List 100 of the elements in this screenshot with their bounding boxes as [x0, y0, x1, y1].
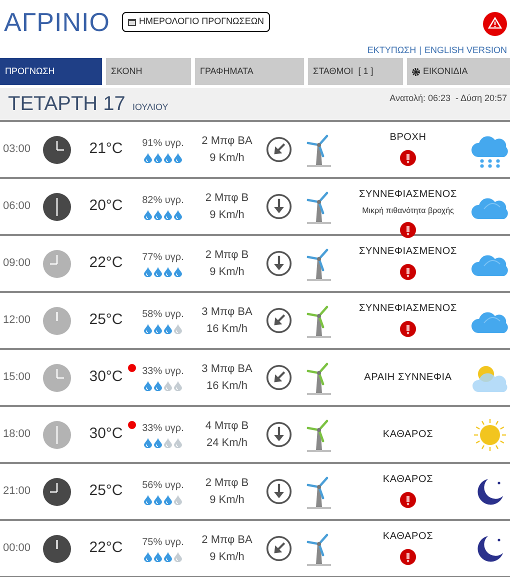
water-drop-icon — [174, 381, 182, 391]
wind-direction-icon — [266, 363, 292, 392]
time-label: 00:00 — [2, 541, 32, 556]
time-label: 09:00 — [2, 256, 32, 272]
water-drop-icon — [174, 210, 182, 220]
time-label: 15:00 — [2, 370, 32, 386]
forecast-calendar-button[interactable]: ΗΜΕΡΟΛΟΓΙΟ ΠΡΟΓΝΩΣΕΩΝ — [122, 12, 270, 32]
wind-speed-value: 9 Km/h — [210, 208, 244, 222]
tab[interactable]: ΣΤΑΘΜΟΙ [ 1 ] — [308, 58, 403, 85]
water-drop-icon — [144, 438, 152, 448]
tab[interactable]: ΓΡΑΦΗΜΑΤΑ — [195, 58, 304, 85]
water-drop-icon — [144, 153, 152, 163]
wind-direction-icon — [266, 306, 292, 335]
wind-speed-value: 9 Km/h — [210, 150, 244, 166]
warning-badge-icon[interactable] — [400, 150, 416, 166]
time-label: 03:00 — [2, 142, 32, 158]
temperature-value: 25°C — [89, 310, 123, 330]
wind-speed-value: 16 Km/h — [206, 378, 248, 394]
water-drop-icon — [144, 324, 152, 334]
wind-direction-icon — [266, 135, 292, 164]
wind-speed-value: 9 Km/h — [210, 550, 244, 564]
city-title: ΑΓΡΙΝΙΟ — [4, 6, 110, 38]
wind-direction-icon — [266, 534, 292, 563]
water-drop-icon — [164, 552, 172, 562]
temperature-value: 22°C — [89, 253, 123, 274]
wind-speed-value: 9 Km/h — [210, 492, 244, 508]
tab[interactable]: ΕΙΚΟΝΙΔΙΑ — [407, 58, 510, 85]
humidity-value: 56% υγρ. — [142, 479, 184, 493]
condition-label: ΣΥΝΝΕΦΙΑΣΜΕΝΟΣ — [359, 188, 457, 202]
water-drop-icon — [174, 324, 182, 334]
wind-force-value: 2 Μπφ ΒΑ — [202, 533, 252, 548]
wind-speed-value: 24 Km/h — [206, 436, 248, 450]
wind-speed-value: 9 Km/h — [210, 264, 244, 280]
wind-direction-icon — [266, 249, 292, 278]
month-label: ΙΟΥΛΙΟΥ — [132, 100, 168, 114]
warning-badge-icon[interactable] — [400, 321, 416, 337]
wind-direction-icon — [266, 477, 292, 506]
wind-force-value: 2 Μπφ Β — [205, 248, 249, 263]
water-drop-icon — [154, 267, 162, 277]
condition-label: ΚΑΘΑΡΟΣ — [382, 473, 434, 487]
wind-force-value: 2 Μπφ Β — [205, 191, 249, 206]
warning-badge-icon[interactable] — [400, 549, 416, 565]
warning-badge-icon[interactable] — [400, 264, 416, 280]
time-label: 12:00 — [2, 313, 32, 328]
wind-force-value: 4 Μπφ Β — [205, 419, 249, 434]
water-drop-icon — [154, 210, 162, 220]
water-drop-icon — [164, 381, 172, 391]
water-drop-icon — [164, 267, 172, 277]
calendar-icon — [128, 18, 136, 26]
wind-speed-value: 16 Km/h — [206, 322, 248, 336]
water-drop-icon — [154, 438, 162, 448]
gear-icon — [412, 68, 420, 76]
water-drop-icon — [174, 267, 182, 277]
print-link[interactable]: ΕΚΤΥΠΩΣΗ — [367, 44, 416, 58]
water-drop-icon — [154, 324, 162, 334]
condition-note: Μικρή πιθανότητα βροχής — [362, 205, 454, 217]
water-drop-icon — [154, 381, 162, 391]
humidity-value: 82% υγρ. — [142, 194, 184, 208]
wind-direction-icon — [266, 192, 292, 221]
water-drop-icon — [144, 495, 152, 505]
warning-badge-icon[interactable] — [400, 222, 416, 238]
water-drop-icon — [144, 381, 152, 391]
condition-label: ΑΡΑΙΗ ΣΥΝΝΕΦΙΑ — [364, 371, 452, 385]
water-drop-icon — [164, 438, 172, 448]
temperature-value: 22°C — [89, 538, 123, 558]
warning-badge-icon[interactable] — [400, 492, 416, 508]
water-drop-icon — [174, 438, 182, 448]
water-drop-icon — [174, 153, 182, 163]
humidity-value: 33% υγρ. — [142, 422, 184, 436]
wind-force-value: 2 Μπφ ΒΑ — [202, 134, 252, 149]
water-drop-icon — [154, 495, 162, 505]
water-drop-icon — [174, 552, 182, 562]
english-version-link[interactable]: ENGLISH VERSION — [424, 44, 507, 58]
water-drop-icon — [164, 324, 172, 334]
humidity-value: 77% υγρ. — [142, 251, 184, 265]
wind-direction-icon — [266, 420, 292, 449]
water-drop-icon — [154, 552, 162, 562]
humidity-value: 91% υγρ. — [142, 137, 184, 151]
warning-icon[interactable] — [483, 12, 507, 36]
water-drop-icon — [164, 495, 172, 505]
water-drop-icon — [144, 210, 152, 220]
humidity-value: 75% υγρ. — [142, 536, 184, 550]
tab[interactable]: ΠΡΟΓΝΩΣΗ — [0, 58, 102, 85]
water-drop-icon — [144, 267, 152, 277]
temperature-value: 30°C — [89, 424, 123, 444]
tab[interactable]: ΣΚΟΝΗ — [106, 58, 191, 85]
humidity-value: 33% υγρ. — [142, 365, 184, 379]
temperature-value: 20°C — [89, 196, 123, 216]
wind-force-value: 2 Μπφ Β — [205, 476, 249, 491]
wind-force-value: 3 Μπφ ΒΑ — [202, 305, 252, 320]
temperature-value: 21°C — [89, 139, 123, 160]
water-drop-icon — [174, 495, 182, 505]
temperature-value: 25°C — [89, 481, 123, 502]
temperature-value: 30°C — [89, 367, 123, 388]
condition-label: ΚΑΘΑΡΟΣ — [382, 530, 434, 544]
sunrise-sunset-text: Ανατολή: 06:23 - Δύση 20:57 — [390, 92, 507, 105]
date-heading: ΤΕΤΑΡΤΗ 17 — [8, 94, 126, 114]
condition-label: ΒΡΟΧΗ — [390, 131, 426, 145]
water-drop-icon — [164, 153, 172, 163]
time-label: 21:00 — [2, 484, 32, 500]
